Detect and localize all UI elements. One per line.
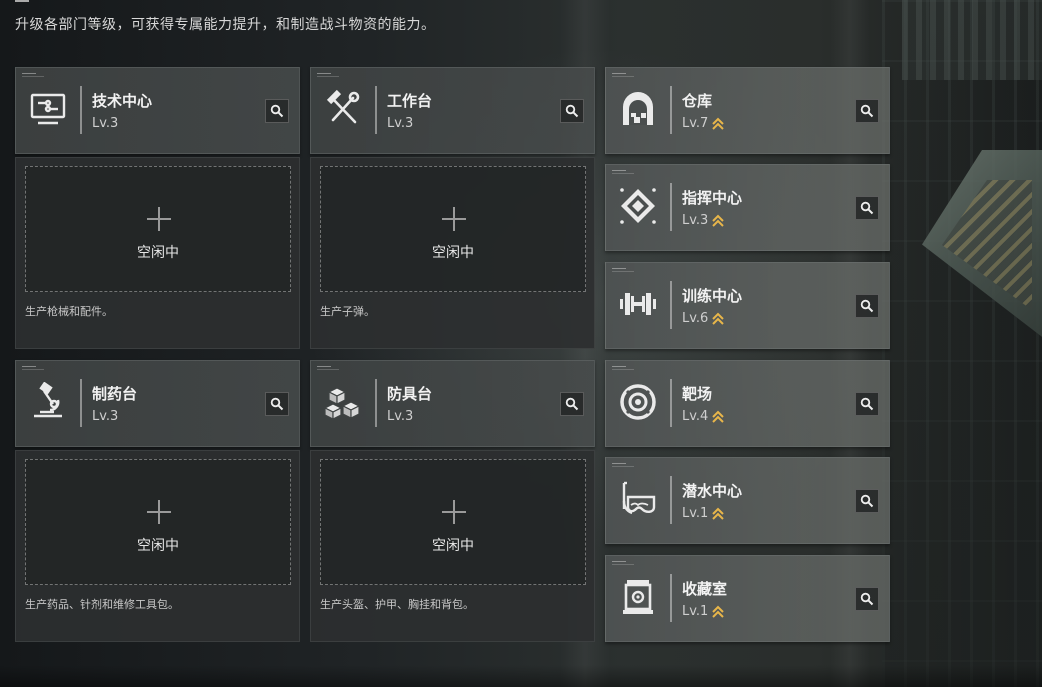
- idle-slot[interactable]: 空闲中: [25, 459, 291, 585]
- department-level: Lv.6: [682, 311, 725, 326]
- department-card-training[interactable]: 训练中心 Lv.6: [605, 262, 890, 349]
- plus-icon: [442, 500, 466, 524]
- magnifier-icon: [860, 201, 874, 215]
- department-card-range[interactable]: 靶场 Lv.4: [605, 360, 890, 447]
- department-card-diving[interactable]: 潜水中心 Lv.1: [605, 457, 890, 544]
- idle-slot[interactable]: 空闲中: [320, 166, 586, 292]
- department-level: Lv.3: [387, 409, 414, 424]
- armor-cubes-icon: [321, 380, 365, 424]
- hammer-wrench-icon: [321, 87, 365, 131]
- search-button[interactable]: [265, 99, 289, 123]
- upgrade-arrow-icon: [712, 214, 725, 227]
- magnifier-icon: [565, 397, 579, 411]
- department-name: 防具台: [387, 385, 433, 403]
- search-button[interactable]: [855, 489, 879, 513]
- production-description: 生产子弹。: [320, 305, 375, 318]
- computer-monitor-icon: [26, 87, 70, 131]
- target-icon: [616, 380, 660, 424]
- department-name: 训练中心: [682, 287, 743, 305]
- department-name: 工作台: [387, 92, 433, 110]
- department-card-tech[interactable]: 技术中心 Lv.3: [15, 67, 300, 154]
- production-description: 生产头盔、护甲、胸挂和背包。: [320, 598, 474, 611]
- department-name: 靶场: [682, 385, 713, 403]
- magnifier-icon: [270, 104, 284, 118]
- page-description: 升级各部门等级，可获得专属能力提升，和制造战斗物资的能力。: [15, 17, 436, 33]
- plus-icon: [147, 207, 171, 231]
- magnifier-icon: [860, 494, 874, 508]
- department-card-pharmacy[interactable]: 制药台 Lv.3: [15, 360, 300, 447]
- production-panel-tech: 空闲中 生产枪械和配件。: [15, 157, 300, 349]
- department-name: 仓库: [682, 92, 713, 110]
- upgrade-arrow-icon: [712, 410, 725, 423]
- magnifier-icon: [270, 397, 284, 411]
- department-name: 技术中心: [92, 92, 153, 110]
- idle-slot[interactable]: 空闲中: [25, 166, 291, 292]
- upgrade-arrow-icon: [712, 312, 725, 325]
- search-button[interactable]: [855, 99, 879, 123]
- search-button[interactable]: [265, 392, 289, 416]
- department-card-collection[interactable]: 收藏室 Lv.1: [605, 555, 890, 642]
- idle-status: 空闲中: [432, 538, 474, 554]
- production-description: 生产枪械和配件。: [25, 305, 113, 318]
- department-name: 指挥中心: [682, 189, 743, 207]
- magnifier-icon: [565, 104, 579, 118]
- magnifier-icon: [860, 397, 874, 411]
- department-level: Lv.4: [682, 409, 725, 424]
- magnifier-icon: [860, 592, 874, 606]
- search-button[interactable]: [855, 392, 879, 416]
- department-card-workbench[interactable]: 工作台 Lv.3: [310, 67, 595, 154]
- department-card-command[interactable]: 指挥中心 Lv.3: [605, 164, 890, 251]
- upgrade-arrow-icon: [712, 507, 725, 520]
- production-description: 生产药品、针剂和维修工具包。: [25, 598, 179, 611]
- search-button[interactable]: [560, 392, 584, 416]
- department-level: Lv.1: [682, 506, 725, 521]
- search-button[interactable]: [560, 99, 584, 123]
- department-level: Lv.3: [387, 116, 414, 131]
- idle-status: 空闲中: [432, 245, 474, 261]
- idle-slot[interactable]: 空闲中: [320, 459, 586, 585]
- department-level: Lv.3: [92, 116, 119, 131]
- department-level: Lv.7: [682, 116, 725, 131]
- department-name: 制药台: [92, 385, 138, 403]
- department-name: 潜水中心: [682, 482, 743, 500]
- magnifier-icon: [860, 299, 874, 313]
- header-accent-line: [15, 0, 29, 2]
- plus-icon: [147, 500, 171, 524]
- production-panel-workbench: 空闲中 生产子弹。: [310, 157, 595, 349]
- upgrade-arrow-icon: [712, 117, 725, 130]
- upgrade-arrow-icon: [712, 605, 725, 618]
- warehouse-icon: [616, 87, 660, 131]
- microscope-icon: [26, 380, 70, 424]
- department-name: 收藏室: [682, 580, 728, 598]
- display-case-icon: [616, 575, 660, 619]
- department-level: Lv.1: [682, 604, 725, 619]
- search-button[interactable]: [855, 294, 879, 318]
- department-card-armor[interactable]: 防具台 Lv.3: [310, 360, 595, 447]
- idle-status: 空闲中: [137, 538, 179, 554]
- department-card-warehouse[interactable]: 仓库 Lv.7: [605, 67, 890, 154]
- production-panel-pharmacy: 空闲中 生产药品、针剂和维修工具包。: [15, 450, 300, 642]
- diving-mask-icon: [616, 477, 660, 521]
- plus-icon: [442, 207, 466, 231]
- search-button[interactable]: [855, 196, 879, 220]
- department-level: Lv.3: [92, 409, 119, 424]
- dumbbell-icon: [616, 282, 660, 326]
- idle-status: 空闲中: [137, 245, 179, 261]
- command-diamond-icon: [616, 184, 660, 228]
- department-level: Lv.3: [682, 213, 725, 228]
- search-button[interactable]: [855, 587, 879, 611]
- production-panel-armor: 空闲中 生产头盔、护甲、胸挂和背包。: [310, 450, 595, 642]
- magnifier-icon: [860, 104, 874, 118]
